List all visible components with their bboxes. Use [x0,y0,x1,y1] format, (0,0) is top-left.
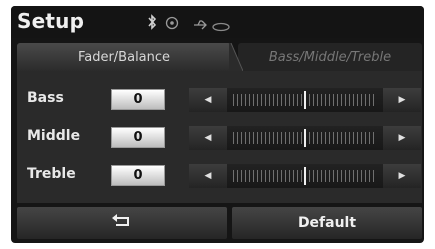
row-bass: Bass 0 ◀ ▶ [17,85,422,115]
page-title: Setup [17,9,85,33]
tab-divider [229,43,243,71]
title-bar: Setup [11,6,424,38]
bass-increase-button[interactable]: ▶ [383,88,421,112]
middle-level-marker[interactable] [304,129,306,147]
right-arrow-icon: ▶ [398,95,406,105]
tab-bass-middle-treble[interactable]: Bass/Middle/Treble [238,43,422,71]
row-label-bass: Bass [27,90,64,106]
right-arrow-icon: ▶ [398,133,406,143]
left-arrow-icon: ◀ [204,95,212,105]
treble-scale [233,167,377,185]
treble-increase-button[interactable]: ▶ [383,164,421,188]
row-label-middle: Middle [27,128,81,144]
tab-bar: Fader/Balance Bass/Middle/Treble [17,43,422,71]
aux-icon [211,17,231,36]
treble-value: 0 [111,165,165,186]
setup-panel: Setup Fader/Balance Bass/Middle/Treble B… [11,6,424,243]
right-arrow-icon: ▶ [398,171,406,181]
treble-slider[interactable]: ◀ ▶ [189,164,421,188]
bass-scale [233,91,377,109]
screen: Setup Fader/Balance Bass/Middle/Treble B… [0,0,435,249]
equalizer-content: Bass 0 ◀ ▶ Middle 0 ◀ ▶ Treble 0 ◀ ▶ [17,71,422,203]
left-arrow-icon: ◀ [204,133,212,143]
return-arrow-icon [111,214,133,232]
bass-slider[interactable]: ◀ ▶ [189,88,421,112]
treble-decrease-button[interactable]: ◀ [189,164,227,188]
bottom-bar: Default [17,207,422,239]
bass-decrease-button[interactable]: ◀ [189,88,227,112]
middle-slider[interactable]: ◀ ▶ [189,126,421,150]
row-label-treble: Treble [27,166,76,182]
middle-value: 0 [111,127,165,148]
row-treble: Treble 0 ◀ ▶ [17,161,422,191]
treble-level-marker[interactable] [304,167,306,185]
default-button[interactable]: Default [232,207,422,239]
tab-fader-balance[interactable]: Fader/Balance [17,43,231,71]
disc-icon [165,15,179,34]
left-arrow-icon: ◀ [204,171,212,181]
back-button[interactable] [17,207,227,239]
middle-decrease-button[interactable]: ◀ [189,126,227,150]
bluetooth-icon [147,14,157,34]
usb-icon [193,16,209,35]
row-middle: Middle 0 ◀ ▶ [17,123,422,153]
middle-scale [233,129,377,147]
middle-increase-button[interactable]: ▶ [383,126,421,150]
bass-level-marker[interactable] [304,91,306,109]
bass-value: 0 [111,89,165,110]
